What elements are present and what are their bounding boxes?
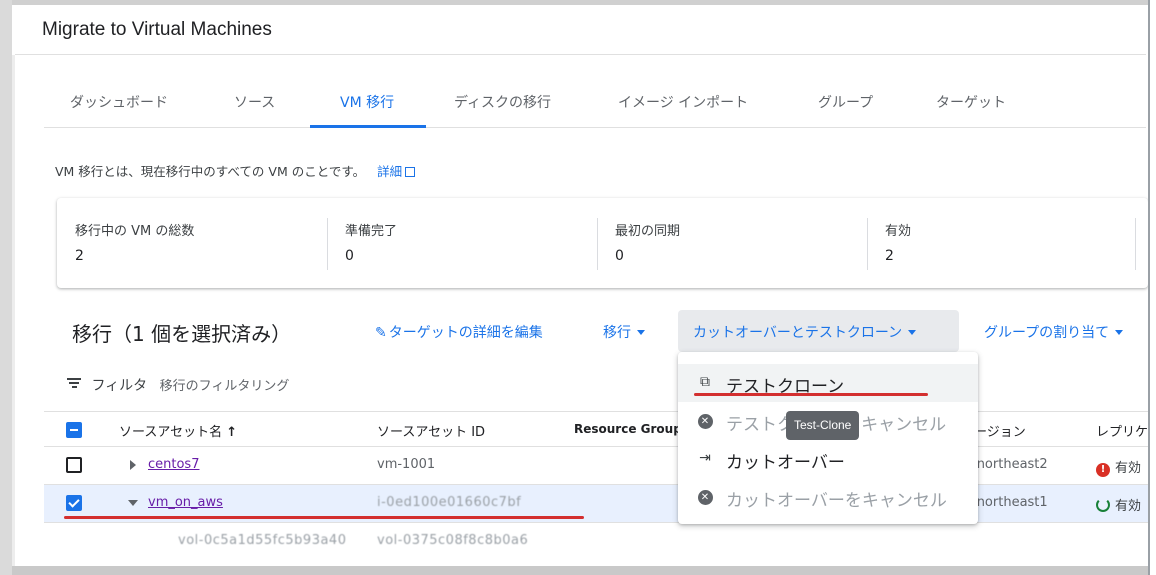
- horizontal-scrollbar[interactable]: [12, 566, 1156, 575]
- stat-divider: [867, 218, 868, 270]
- tab-image-import[interactable]: イメージ インポート: [618, 86, 748, 128]
- tab-targets[interactable]: ターゲット: [936, 86, 1006, 128]
- highlight-underline-row: [64, 516, 584, 519]
- migrations-title: 移行（1 個を選択済み）: [72, 322, 292, 346]
- external-link-icon: [405, 167, 416, 177]
- sub-row-name: vol-0c5a1d55fc5b93a40: [178, 533, 347, 548]
- row-checkbox[interactable]: [66, 495, 82, 511]
- left-gutter: [0, 0, 12, 575]
- select-all-checkbox[interactable]: [66, 422, 82, 438]
- tab-dashboard[interactable]: ダッシュボード: [70, 86, 168, 128]
- stat-total-value: 2: [75, 248, 84, 264]
- tab-vm-migration[interactable]: VM 移行: [310, 86, 426, 128]
- edit-target-button[interactable]: ✎ ターゲットの詳細を編集: [375, 322, 543, 342]
- col-replication[interactable]: レプリケ: [1096, 421, 1148, 440]
- cancel-circle-icon: ✕: [696, 488, 714, 505]
- replication-status: 有効: [1096, 495, 1141, 514]
- pencil-icon: ✎: [375, 325, 387, 341]
- menu-item-cutover[interactable]: ⇥ カットオーバー: [678, 440, 978, 478]
- table-sub-row: vol-0c5a1d55fc5b93a40 vol-0375c08f8c8b0a…: [44, 523, 1148, 561]
- expand-icon[interactable]: [130, 460, 136, 470]
- source-asset-name-link[interactable]: vm_on_aws: [148, 495, 223, 510]
- highlight-underline-menu: [694, 393, 928, 396]
- filter-label: フィルタ: [91, 378, 148, 394]
- filter-input[interactable]: 移行のフィルタリング: [160, 379, 290, 394]
- table-row[interactable]: centos7 vm-1001 -northeast2 ! 有効: [44, 447, 1148, 485]
- cutover-icon: ⇥: [699, 450, 711, 466]
- page-description: VM 移行とは、現在移行中のすべての VM のことです。 詳細: [55, 161, 416, 180]
- stat-divider: [597, 218, 598, 270]
- tab-disk-migration[interactable]: ディスクの移行: [454, 86, 551, 128]
- source-asset-id: vm-1001: [377, 457, 436, 472]
- cutover-test-clone-menu-button[interactable]: カットオーバーとテストクローン: [693, 322, 917, 342]
- error-icon: !: [1096, 463, 1110, 477]
- description-text: VM 移行とは、現在移行中のすべての VM のことです。: [55, 164, 366, 179]
- caret-down-icon: [637, 330, 645, 335]
- table-header: ソースアセット名 ↑ ソースアセット ID Resource Group ージョ…: [44, 411, 1148, 447]
- menu-item-test-clone[interactable]: ⧉ テストクローン: [678, 364, 978, 402]
- tooltip: Test-Clone: [786, 411, 860, 440]
- region: -northeast2: [972, 457, 1048, 472]
- assign-group-menu-button[interactable]: グループの割り当て: [984, 322, 1124, 342]
- caret-down-icon: [1115, 330, 1124, 335]
- learn-more-link[interactable]: 詳細: [377, 164, 416, 179]
- right-border: [1148, 0, 1156, 575]
- stat-ready-value: 0: [345, 248, 354, 264]
- stat-first-sync-value: 0: [615, 248, 624, 264]
- stats-card: 移行中の VM の総数 2 準備完了 0 最初の同期 0 有効 2: [57, 198, 1148, 288]
- left-gutter-inner: [12, 55, 15, 575]
- collapse-icon[interactable]: [128, 500, 138, 506]
- stat-divider: [1135, 218, 1136, 270]
- cancel-circle-icon: ✕: [696, 412, 714, 429]
- migrate-menu-button[interactable]: 移行: [603, 322, 645, 342]
- col-region[interactable]: ージョン: [974, 421, 1026, 440]
- filter-bar[interactable]: フィルタ 移行のフィルタリング: [67, 375, 289, 395]
- page-title: Migrate to Virtual Machines: [42, 19, 272, 40]
- region: -northeast1: [972, 495, 1048, 510]
- stat-first-sync-label: 最初の同期: [615, 224, 681, 239]
- test-clone-icon: ⧉: [700, 374, 710, 390]
- col-resource-group[interactable]: Resource Group: [574, 422, 682, 436]
- row-checkbox[interactable]: [66, 457, 82, 473]
- caret-down-icon: [908, 330, 917, 335]
- menu-item-cancel-cutover: ✕ カットオーバーをキャンセル: [678, 478, 978, 516]
- sort-arrow-up-icon: ↑: [226, 425, 238, 440]
- page-header: Migrate to Virtual Machines: [15, 5, 1146, 55]
- col-source-asset-name[interactable]: ソースアセット名 ↑: [119, 421, 237, 440]
- tab-sources[interactable]: ソース: [234, 86, 275, 128]
- stat-ready-label: 準備完了: [345, 224, 398, 239]
- source-asset-name-link[interactable]: centos7: [148, 457, 199, 472]
- tab-bar: ダッシュボード ソース VM 移行 ディスクの移行 イメージ インポート グルー…: [44, 86, 1146, 128]
- stat-total-label: 移行中の VM の総数: [75, 224, 195, 239]
- replication-status: ! 有効: [1096, 457, 1141, 477]
- migrations-table: ソースアセット名 ↑ ソースアセット ID Resource Group ージョ…: [44, 411, 1148, 566]
- tab-groups[interactable]: グループ: [818, 86, 873, 128]
- col-source-asset-id[interactable]: ソースアセット ID: [377, 421, 485, 440]
- sync-ok-icon: [1096, 498, 1110, 512]
- filter-icon: [67, 376, 81, 390]
- source-asset-id: i-0ed100e01660c7bf: [377, 495, 522, 510]
- stat-active-label: 有効: [885, 224, 912, 239]
- stat-active-value: 2: [885, 248, 894, 264]
- sub-row-id: vol-0375c08f8c8b0a6: [377, 533, 529, 548]
- stat-divider: [327, 218, 328, 270]
